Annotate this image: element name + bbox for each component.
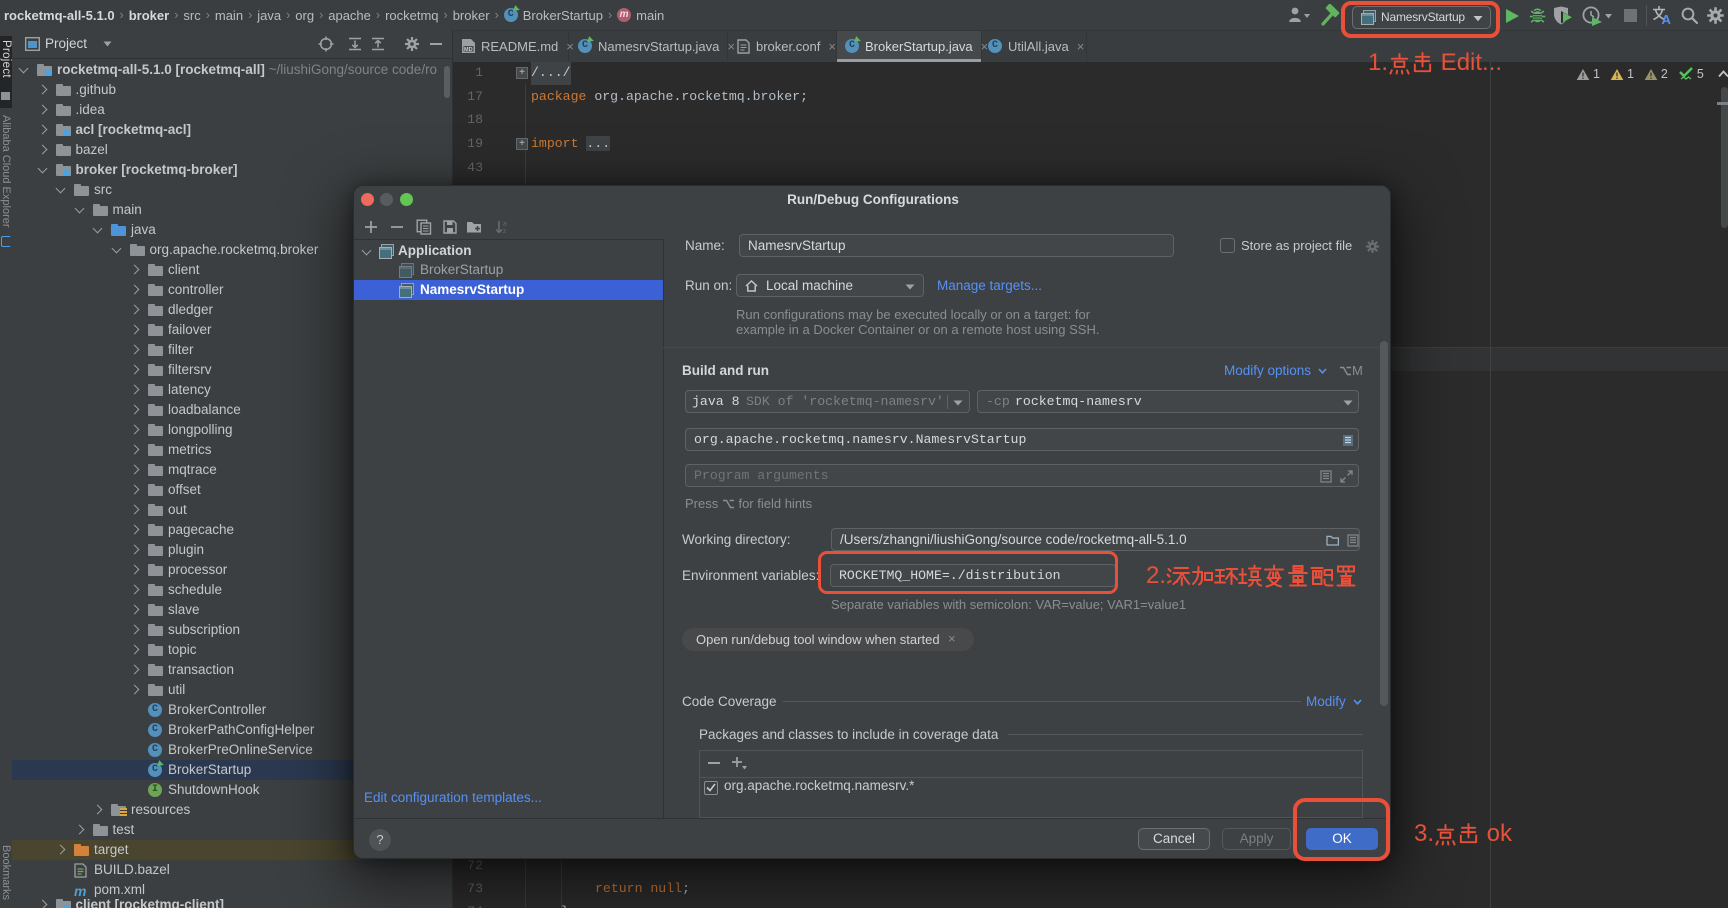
svg-text:A: A: [1662, 12, 1672, 27]
svg-text:a: a: [503, 221, 507, 228]
svg-text:z: z: [503, 228, 506, 235]
svg-text:MD: MD: [464, 47, 473, 53]
